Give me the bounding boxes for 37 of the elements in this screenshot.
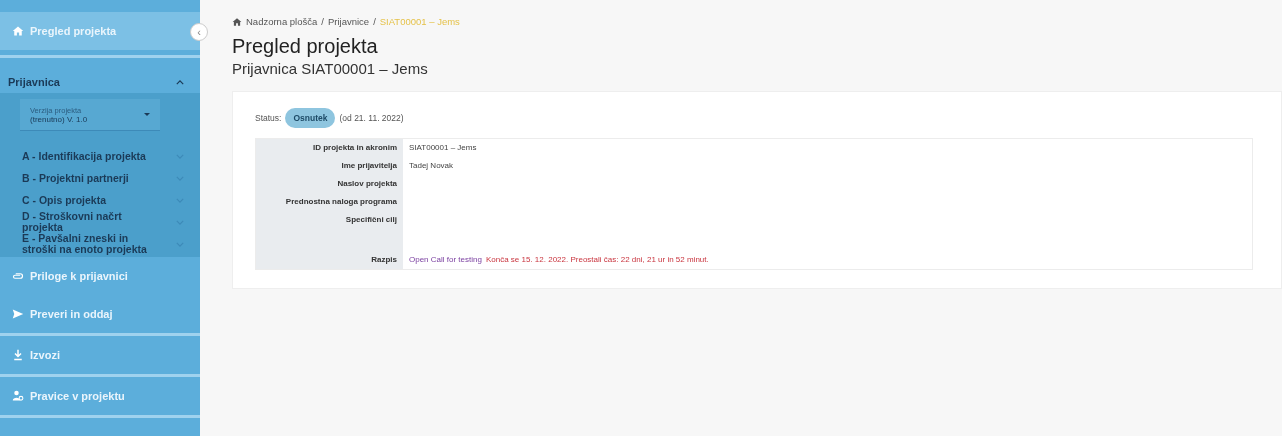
home-icon (232, 16, 242, 27)
row-value: SIAT00001 – Jems (409, 143, 477, 152)
subsection-item[interactable]: C - Opis projekta (0, 189, 200, 211)
subsection-item[interactable]: D - Stroškovni načrt projekta (0, 211, 200, 233)
nav-item[interactable]: Pravice v projektu (0, 377, 200, 415)
breadcrumb-link[interactable]: Prijavnice (327, 16, 370, 27)
page-title: Pregled projekta (232, 35, 379, 58)
send-icon (12, 308, 24, 320)
subsection-item[interactable]: B - Projektni partnerji (0, 167, 200, 189)
row-label: Ime prijavitelja (256, 157, 403, 175)
row-label: Naslov projekta (256, 175, 403, 193)
row-label: Prednostna naloga programa (256, 193, 403, 211)
page-subtitle: Prijavnica SIAT00001 – Jems (232, 60, 429, 77)
row-label: ID projekta in akronim (256, 139, 403, 157)
status-date: (od 21. 11. 2022) (339, 113, 404, 123)
chevron-up-icon[interactable] (176, 79, 184, 85)
people-icon (12, 390, 24, 402)
nav-item[interactable]: Priloge k prijavnici (0, 257, 200, 295)
subsection-item[interactable]: E - Pavšalni zneski in stroški na enoto projekta (0, 233, 200, 255)
paperclip-icon (12, 270, 24, 282)
nav-item[interactable]: Preveri in oddaj (0, 295, 200, 333)
subsection-item[interactable]: A - Identifikacija projekta (0, 145, 200, 167)
nav-item[interactable]: Izvozi (0, 336, 200, 374)
row-label: Specifični cilj (256, 211, 403, 229)
row-label: Razpis (256, 229, 403, 269)
breadcrumb-separator: / (373, 16, 376, 27)
status-label: Status: (255, 113, 282, 123)
status-badge: Osnutek (285, 108, 336, 128)
call-link[interactable]: Open Call for testing (409, 255, 482, 264)
breadcrumb-link[interactable]: Nadzorna plošča (246, 16, 318, 27)
download-icon (12, 349, 24, 361)
breadcrumb-separator: / (321, 16, 324, 27)
select-value: (trenutno) V. 1.0 (30, 114, 88, 124)
home-icon (12, 25, 24, 37)
row-value: Tadej Novak (409, 161, 454, 170)
dropdown-arrow-icon (144, 113, 150, 116)
deadline-text: Konča se 15. 12. 2022. Preostali čas: 22 dni, 21 ur in 52 minut. (485, 255, 709, 264)
